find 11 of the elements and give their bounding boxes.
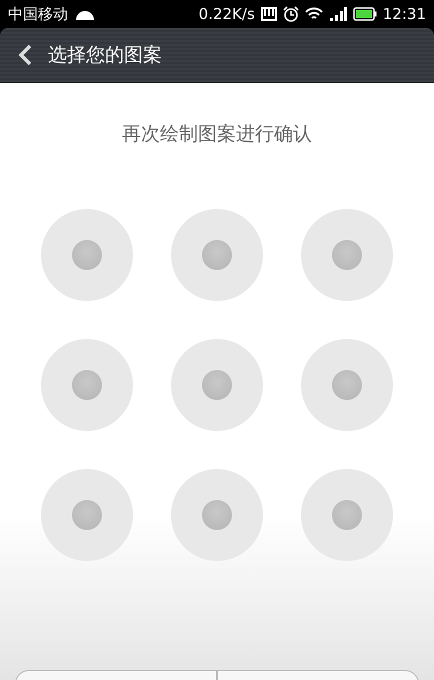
carrier-name: 中国移动: [8, 4, 68, 24]
clock-time: 12:31: [382, 5, 426, 23]
wifi-icon: [304, 7, 323, 21]
battery-icon: [352, 7, 377, 21]
screen-title: 选择您的图案: [48, 43, 162, 68]
usb-debug-icon: [260, 7, 277, 21]
network-speed: 0.22K/s: [198, 5, 255, 23]
back-icon[interactable]: [18, 44, 32, 66]
signal-icon: [328, 7, 347, 21]
alarm-icon: [282, 6, 299, 22]
instruction-text: 再次绘制图案进行确认: [122, 122, 312, 147]
